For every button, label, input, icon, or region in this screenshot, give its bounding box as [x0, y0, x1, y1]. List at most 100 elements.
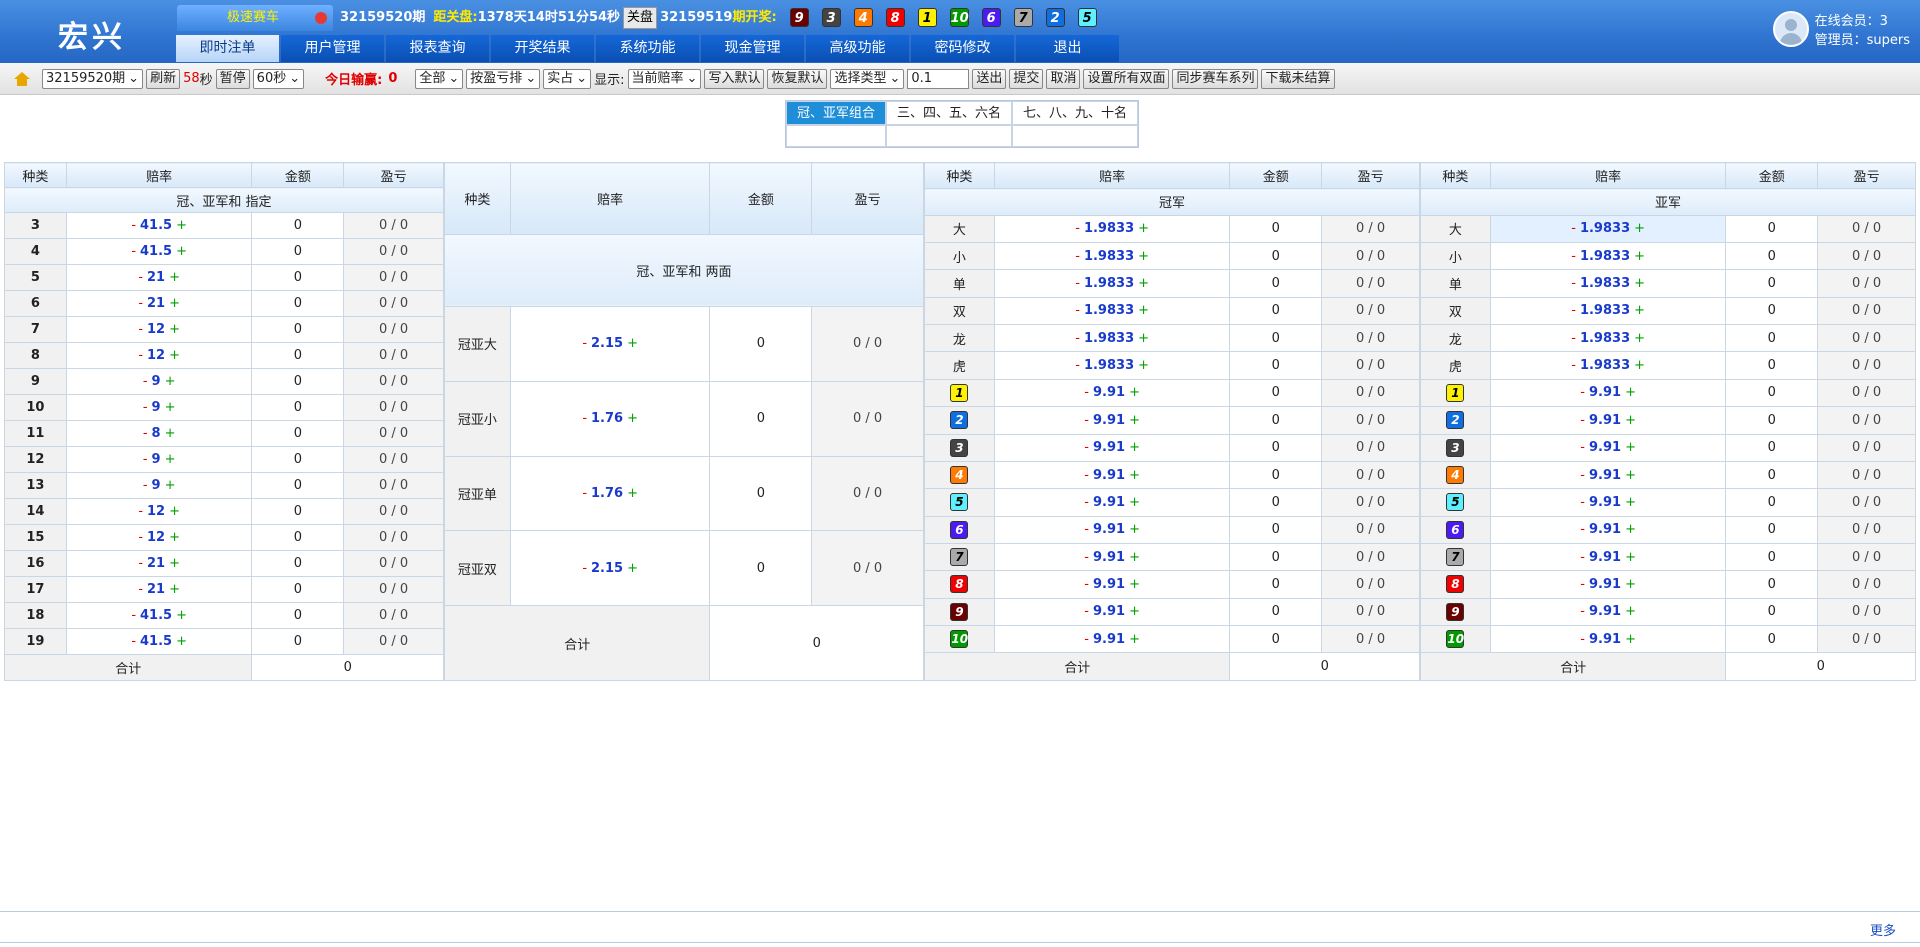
odds-increase-button[interactable]: +	[1129, 522, 1140, 537]
odds-decrease-button[interactable]: -	[143, 478, 148, 493]
odds-increase-button[interactable]: +	[169, 296, 180, 311]
odds-decrease-button[interactable]: -	[131, 608, 136, 623]
period-select[interactable]: 32159520期	[42, 68, 144, 89]
odds-value[interactable]: 9.91	[1093, 468, 1125, 483]
more-link[interactable]: 更多	[1870, 920, 1896, 939]
odds-value[interactable]: 9.91	[1589, 550, 1621, 565]
odds-increase-button[interactable]: +	[1129, 604, 1140, 619]
odds-increase-button[interactable]: +	[1625, 413, 1636, 428]
odds-decrease-button[interactable]: -	[1084, 440, 1089, 455]
odds-increase-button[interactable]: +	[1634, 276, 1645, 291]
odds-value[interactable]: 21	[147, 296, 165, 311]
odds-decrease-button[interactable]: -	[1580, 550, 1585, 565]
odds-value[interactable]: 1.9833	[1084, 358, 1134, 373]
odds-value[interactable]: 1.9833	[1580, 276, 1630, 291]
close-game-icon[interactable]	[315, 12, 327, 24]
odds-decrease-button[interactable]: -	[1075, 221, 1080, 236]
odds-decrease-button[interactable]: -	[138, 270, 143, 285]
sync-button[interactable]: 同步赛车系列	[1172, 68, 1259, 89]
odds-increase-button[interactable]: +	[1625, 495, 1636, 510]
odds-decrease-button[interactable]: -	[1084, 604, 1089, 619]
odds-decrease-button[interactable]: -	[138, 530, 143, 545]
odds-value[interactable]: 9.91	[1589, 413, 1621, 428]
odds-increase-button[interactable]: +	[1129, 550, 1140, 565]
odds-value[interactable]: 1.9833	[1580, 303, 1630, 318]
odds-decrease-button[interactable]: -	[582, 561, 587, 576]
odds-value[interactable]: 2.15	[591, 561, 623, 576]
odds-decrease-button[interactable]: -	[1075, 331, 1080, 346]
odds-value[interactable]: 9.91	[1589, 522, 1621, 537]
nav-tab[interactable]: 即时注单	[176, 35, 279, 62]
odds-increase-button[interactable]: +	[1129, 468, 1140, 483]
odds-decrease-button[interactable]: -	[1084, 468, 1089, 483]
odds-decrease-button[interactable]: -	[1580, 440, 1585, 455]
odds-increase-button[interactable]: +	[1625, 604, 1636, 619]
odds-value[interactable]: 9.91	[1093, 440, 1125, 455]
odds-decrease-button[interactable]: -	[1075, 303, 1080, 318]
odds-increase-button[interactable]: +	[169, 322, 180, 337]
type-select[interactable]: 选择类型	[830, 68, 905, 89]
odds-value[interactable]: 9.91	[1093, 550, 1125, 565]
set-all-button[interactable]: 设置所有双面	[1083, 68, 1170, 89]
odds-increase-button[interactable]: +	[1625, 468, 1636, 483]
odds-value[interactable]: 1.76	[591, 411, 623, 426]
nav-tab[interactable]: 用户管理	[281, 35, 384, 62]
odds-decrease-button[interactable]: -	[1571, 249, 1576, 264]
odds-value[interactable]: 8	[152, 426, 161, 441]
nav-tab[interactable]: 开奖结果	[491, 35, 594, 62]
odds-decrease-button[interactable]: -	[1075, 249, 1080, 264]
odds-value[interactable]: 9.91	[1589, 385, 1621, 400]
odds-decrease-button[interactable]: -	[143, 400, 148, 415]
write-default-button[interactable]: 写入默认	[704, 68, 765, 89]
odds-decrease-button[interactable]: -	[1084, 495, 1089, 510]
odds-decrease-button[interactable]: -	[138, 296, 143, 311]
odds-value[interactable]: 9.91	[1093, 577, 1125, 592]
odds-value[interactable]: 1.9833	[1084, 276, 1134, 291]
nav-tab[interactable]: 密码修改	[911, 35, 1014, 62]
odds-decrease-button[interactable]: -	[1084, 413, 1089, 428]
odds-increase-button[interactable]: +	[1634, 221, 1645, 236]
odds-increase-button[interactable]: +	[169, 556, 180, 571]
odds-increase-button[interactable]: +	[627, 336, 638, 351]
submit-button[interactable]: 提交	[1009, 68, 1044, 89]
odds-value[interactable]: 9	[152, 400, 161, 415]
share-select[interactable]: 实占	[543, 68, 592, 89]
odds-value[interactable]: 12	[147, 348, 165, 363]
odds-increase-button[interactable]: +	[169, 348, 180, 363]
odds-decrease-button[interactable]: -	[1580, 632, 1585, 647]
odds-value[interactable]: 9.91	[1093, 385, 1125, 400]
odds-decrease-button[interactable]: -	[1571, 276, 1576, 291]
odds-value[interactable]: 41.5	[140, 218, 172, 233]
odds-decrease-button[interactable]: -	[1084, 385, 1089, 400]
odds-decrease-button[interactable]: -	[1084, 522, 1089, 537]
odds-mode-select[interactable]: 当前赔率	[627, 68, 702, 89]
odds-value[interactable]: 1.9833	[1084, 249, 1134, 264]
odds-decrease-button[interactable]: -	[1580, 577, 1585, 592]
odds-value[interactable]: 21	[147, 270, 165, 285]
odds-increase-button[interactable]: +	[1129, 413, 1140, 428]
odds-increase-button[interactable]: +	[176, 634, 187, 649]
odds-value[interactable]: 41.5	[140, 608, 172, 623]
odds-decrease-button[interactable]: -	[1075, 358, 1080, 373]
odds-decrease-button[interactable]: -	[138, 582, 143, 597]
odds-decrease-button[interactable]: -	[582, 411, 587, 426]
rank-tab[interactable]: 冠、亚军组合	[786, 101, 886, 125]
odds-increase-button[interactable]: +	[1138, 303, 1149, 318]
cancel-button[interactable]: 取消	[1046, 68, 1081, 89]
odds-increase-button[interactable]: +	[165, 374, 176, 389]
odds-increase-button[interactable]: +	[169, 504, 180, 519]
odds-increase-button[interactable]: +	[627, 411, 638, 426]
filter-select[interactable]: 全部	[415, 68, 464, 89]
odds-increase-button[interactable]: +	[1129, 495, 1140, 510]
odds-decrease-button[interactable]: -	[1571, 358, 1576, 373]
rank-tab[interactable]: 三、四、五、六名	[886, 101, 1012, 125]
odds-increase-button[interactable]: +	[1129, 385, 1140, 400]
odds-decrease-button[interactable]: -	[138, 322, 143, 337]
odds-increase-button[interactable]: +	[1625, 440, 1636, 455]
restore-default-button[interactable]: 恢复默认	[767, 68, 828, 89]
odds-increase-button[interactable]: +	[1129, 632, 1140, 647]
odds-increase-button[interactable]: +	[165, 478, 176, 493]
odds-decrease-button[interactable]: -	[143, 374, 148, 389]
odds-value[interactable]: 1.9833	[1084, 221, 1134, 236]
odds-increase-button[interactable]: +	[169, 270, 180, 285]
